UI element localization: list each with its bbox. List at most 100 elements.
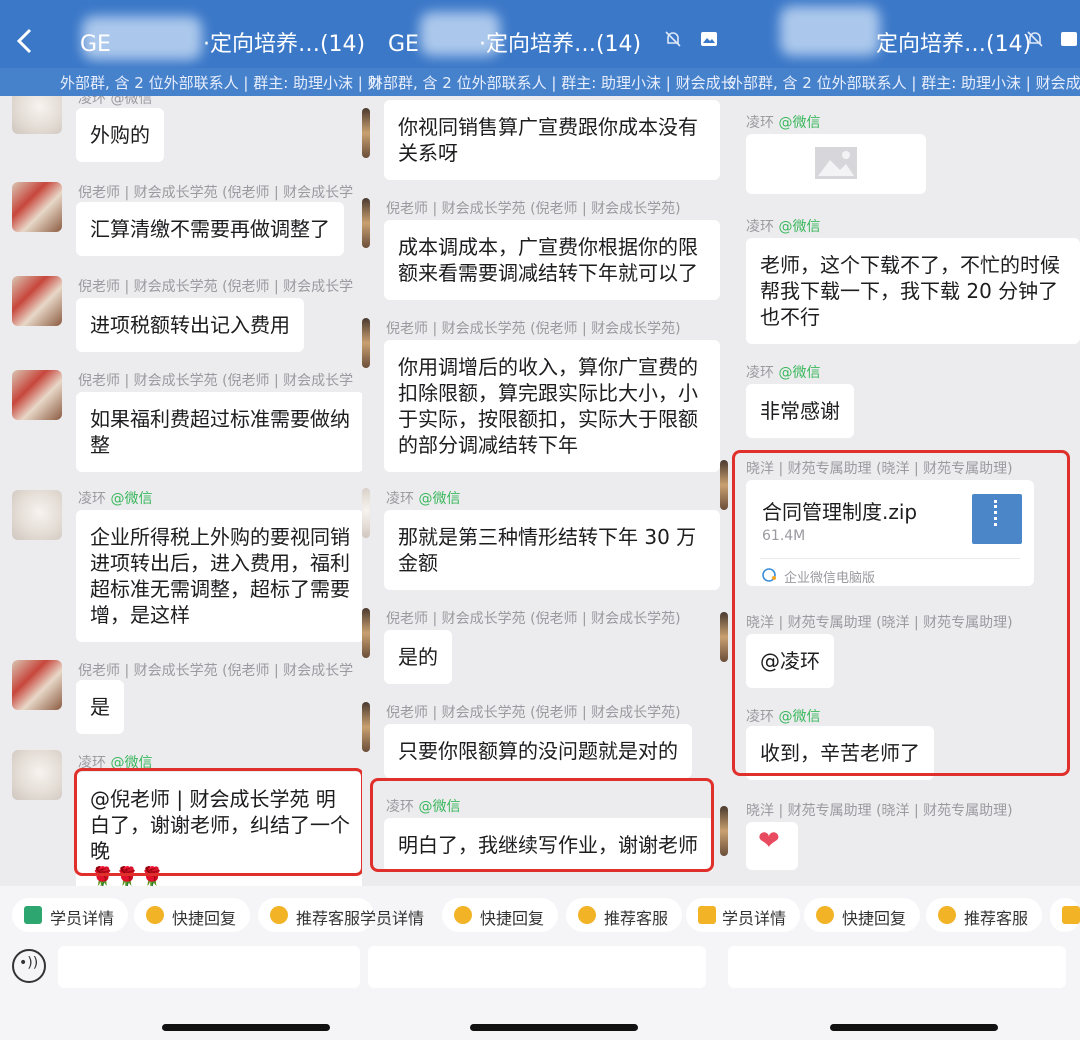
message-bubble[interactable]: 只要你限额算的没问题就是对的: [384, 724, 692, 778]
teacher-avatar[interactable]: [12, 660, 62, 710]
chat-panel-2[interactable]: 你视同销售算广宣费跟你成本没有关系呀 倪老师 | 财会成长学苑 (倪老师 | 财…: [362, 96, 720, 886]
message-text: 外购的: [90, 123, 150, 147]
recommend-service-chip[interactable]: 推荐客服: [926, 898, 1043, 932]
service-icon: [270, 906, 288, 924]
message-bubble[interactable]: 进项税额转出记入费用: [76, 298, 304, 352]
image-placeholder-icon: [815, 147, 857, 179]
message-text: 是: [90, 695, 110, 719]
quick-reply-icon: [146, 906, 164, 924]
message-bubble[interactable]: 是的: [384, 630, 452, 684]
sender-name: 凌环 @微信: [78, 491, 153, 507]
message-bubble[interactable]: 你视同销售算广宣费跟你成本没有关系呀: [384, 100, 720, 180]
assistant-avatar[interactable]: [720, 460, 728, 510]
sender-name: 倪老师 | 财会成长学苑 (倪老师 | 财会成长学: [78, 663, 354, 679]
assistant-avatar[interactable]: [720, 612, 728, 662]
teacher-avatar[interactable]: [362, 108, 370, 158]
sender-name: 倪老师 | 财会成长学苑 (倪老师 | 财会成长学苑): [386, 201, 681, 217]
sender-name: 倪老师 | 财会成长学苑 (倪老师 | 财会成长学: [78, 373, 354, 389]
sender-name: 凌环 @微信: [78, 96, 153, 107]
teacher-avatar[interactable]: [12, 276, 62, 326]
message-bubble[interactable]: 是: [76, 680, 124, 734]
picture-icon[interactable]: [1060, 30, 1078, 48]
message-bubble[interactable]: 老师，这个下载不了，不忙的时候帮我下载一下，我下载 20 分钟了也不行: [746, 238, 1080, 344]
sender-name: 倪老师 | 财会成长学苑 (倪老师 | 财会成长学: [78, 279, 354, 295]
message-bubble[interactable]: 企业所得税上外购的要视同销进项转出后，进入费用，福利超标准无需调整，超标了需要增…: [76, 510, 362, 642]
title-prefix: GE: [80, 32, 111, 57]
user-avatar[interactable]: [12, 490, 62, 540]
message-text: 你用调增后的收入，算你广宣费的扣除限额，算完跟实际比大小，小于实际，按限额扣，实…: [398, 355, 698, 457]
message-text: 非常感谢: [760, 399, 840, 423]
recommend-service-chip[interactable]: 推荐客服: [258, 898, 375, 932]
message-input[interactable]: [728, 946, 1066, 988]
message-text: 你视同销售算广宣费跟你成本没有关系呀: [398, 115, 698, 165]
student-details-chip[interactable]: 学员详情: [686, 898, 801, 932]
sender-name: 晓洋 | 财苑专属助理 (晓洋 | 财苑专属助理): [746, 803, 1013, 819]
quick-reply-icon: [816, 906, 834, 924]
heart-emoji: ❤: [758, 826, 780, 856]
student-icon: [698, 906, 716, 924]
message-bubble[interactable]: 如果福利费超过标准需要做纳整: [76, 392, 362, 472]
title-prefix: GE: [388, 32, 419, 57]
student-details-chip[interactable]: 学员详情: [12, 898, 129, 932]
screenshot-collage: GE ·定向培养…(14) GE ·定向培养…(14) 定向培养…(14) 外部群,…: [0, 0, 1080, 1040]
voice-input-icon[interactable]: [12, 949, 46, 983]
quick-reply-chip[interactable]: 快捷回复: [442, 898, 559, 932]
teacher-avatar[interactable]: [12, 182, 62, 232]
chat-panel-1[interactable]: 凌环 @微信 外购的 倪老师 | 财会成长学苑 (倪老师 | 财会成长学 汇算清…: [0, 96, 362, 886]
group-title-1[interactable]: GE ·定向培养…(14): [80, 26, 365, 58]
user-avatar[interactable]: [12, 96, 62, 134]
highlight-box: [732, 450, 1070, 776]
teacher-avatar[interactable]: [362, 198, 370, 248]
title-tail: ·定向培养…(14): [478, 32, 642, 57]
message-input[interactable]: [58, 946, 360, 988]
mute-bell-icon: [665, 31, 681, 47]
message-text: 老师，这个下载不了，不忙的时候帮我下载一下，我下载 20 分钟了也不行: [760, 253, 1060, 329]
sender-name: 凌环 @微信: [746, 115, 821, 131]
message-bubble[interactable]: 非常感谢: [746, 384, 854, 438]
message-bubble[interactable]: 你用调增后的收入，算你广宣费的扣除限额，算完跟实际比大小，小于实际，按限额扣，实…: [384, 340, 720, 472]
picture-icon[interactable]: [700, 30, 718, 48]
home-indicator[interactable]: [830, 1024, 998, 1031]
message-bubble[interactable]: 成本调成本，广宣费你根据你的限额来看需要调减结转下年就可以了: [384, 220, 720, 300]
chat-header: GE ·定向培养…(14) GE ·定向培养…(14) 定向培养…(14) 外部群,…: [0, 0, 1080, 96]
assistant-avatar[interactable]: [720, 806, 728, 856]
message-bubble[interactable]: ❤: [746, 822, 798, 870]
sender-name: 倪老师 | 财会成长学苑 (倪老师 | 财会成长学苑): [386, 705, 681, 721]
quick-reply-icon: [454, 906, 472, 924]
home-indicator[interactable]: [470, 1024, 638, 1031]
group-subtitle-1: 外部群, 含 2 位外部联系人 | 群主: 助理小沫 | 财: [60, 74, 383, 92]
message-text: 只要你限额算的没问题就是对的: [398, 739, 678, 763]
teacher-avatar[interactable]: [12, 370, 62, 420]
home-indicator[interactable]: [162, 1024, 330, 1031]
message-bubble[interactable]: 外购的: [76, 108, 164, 162]
sender-name: 倪老师 | 财会成长学苑 (倪老师 | 财会成长学: [78, 185, 354, 201]
back-arrow-icon[interactable]: [12, 26, 38, 56]
message-input[interactable]: [368, 946, 706, 988]
more-chip[interactable]: [1050, 898, 1080, 932]
message-text: 进项税额转出记入费用: [90, 313, 290, 337]
group-subtitle-3: 外部群, 含 2 位外部联系人 | 群主: 助理小沫 | 财会成长: [728, 74, 1080, 92]
message-text: 汇算清缴不需要再做调整了: [90, 217, 330, 241]
sender-name: 凌环 @微信: [746, 219, 821, 235]
user-avatar[interactable]: [362, 488, 370, 538]
teacher-avatar[interactable]: [362, 608, 370, 658]
message-text: 企业所得税上外购的要视同销进项转出后，进入费用，福利超标准无需调整，超标了需要增…: [90, 525, 350, 627]
message-text: 是的: [398, 645, 438, 669]
teacher-avatar[interactable]: [362, 702, 370, 752]
recommend-service-chip[interactable]: 推荐客服: [566, 898, 683, 932]
teacher-avatar[interactable]: [362, 318, 370, 368]
quick-reply-chip[interactable]: 快捷回复: [134, 898, 251, 932]
student-icon: [1062, 906, 1080, 924]
quick-reply-chip[interactable]: 快捷回复: [804, 898, 921, 932]
user-avatar[interactable]: [12, 750, 62, 800]
sender-name: 凌环 @微信: [746, 365, 821, 381]
message-bubble[interactable]: 汇算清缴不需要再做调整了: [76, 202, 344, 256]
chat-panel-3[interactable]: 凌环 @微信 凌环 @微信 老师，这个下载不了，不忙的时候帮我下载一下，我下载 …: [720, 96, 1080, 886]
message-bubble[interactable]: 那就是第三种情形结转下年 30 万金额: [384, 510, 720, 590]
group-title-2[interactable]: GE ·定向培养…(14): [388, 26, 641, 58]
image-message[interactable]: [746, 134, 926, 194]
group-title-3[interactable]: 定向培养…(14): [876, 26, 1031, 58]
service-icon: [938, 906, 956, 924]
student-details-chip[interactable]: 学员详情: [360, 898, 438, 932]
message-text: 如果福利费超过标准需要做纳整: [90, 407, 350, 457]
